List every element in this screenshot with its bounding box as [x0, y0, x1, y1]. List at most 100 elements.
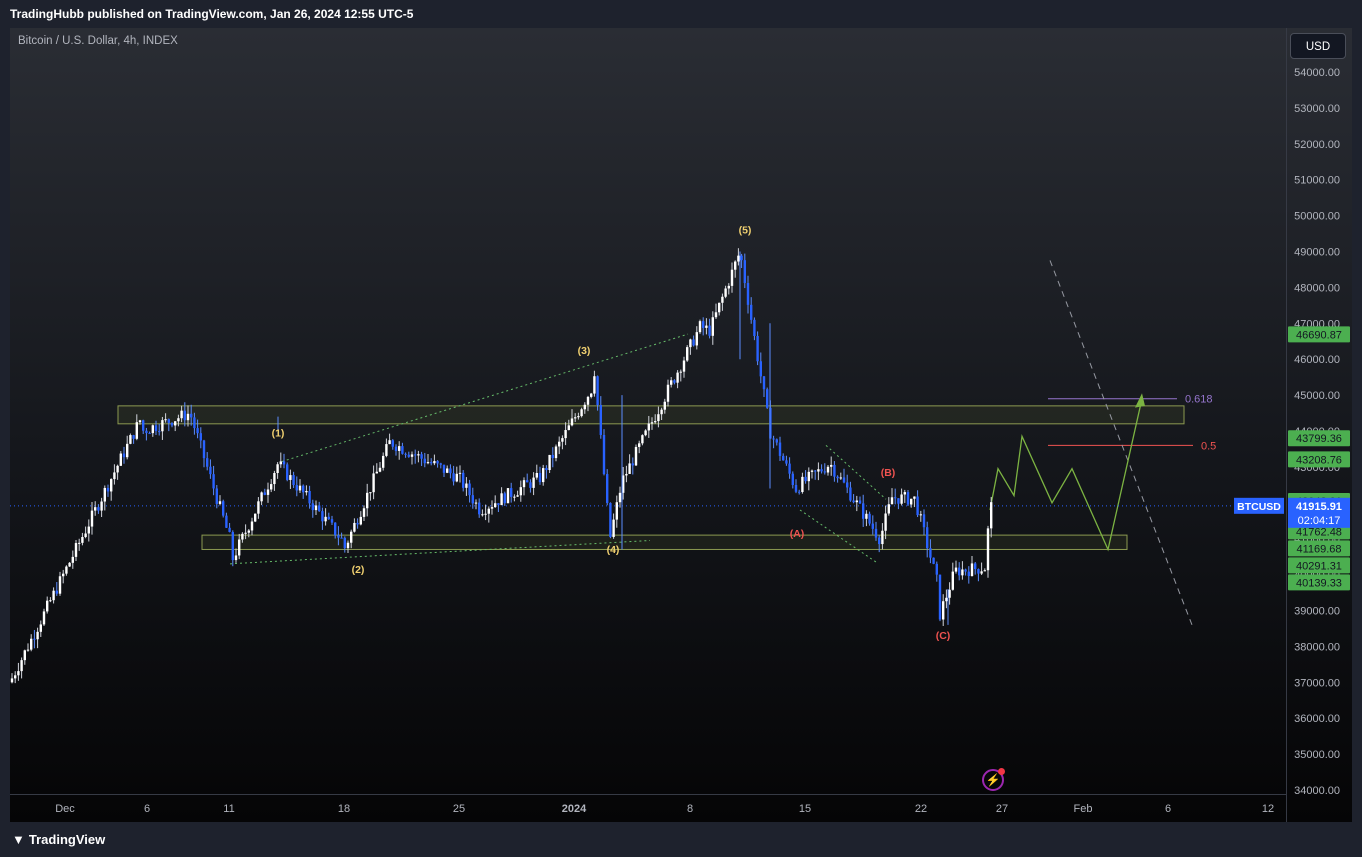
candle-body — [410, 454, 414, 457]
candle-body — [353, 522, 356, 532]
candle-body — [394, 446, 398, 451]
candle-body — [551, 454, 554, 459]
candle-body — [148, 433, 151, 435]
candle-body — [122, 453, 126, 458]
candle-body — [673, 380, 676, 383]
candle-body — [638, 443, 641, 447]
candle-body — [497, 503, 500, 506]
candle-body — [167, 419, 170, 423]
trend-line[interactable] — [281, 333, 689, 462]
candle-body — [263, 492, 266, 495]
lightning-icon[interactable]: ⚡ — [982, 768, 1005, 791]
candle-body — [177, 418, 180, 422]
candle-body — [375, 471, 378, 474]
candle-body — [529, 482, 532, 488]
candle-body — [324, 516, 327, 522]
candle-body — [682, 360, 686, 372]
candle-body — [801, 476, 804, 493]
wave-label: (C) — [936, 630, 951, 642]
chart-frame[interactable]: 34000.00 35000.00 36000.00 37000.00 38000.00… — [10, 28, 1352, 822]
candle-body — [391, 440, 394, 447]
candle-body — [897, 498, 900, 504]
candle-body — [314, 505, 318, 511]
candle-body — [762, 376, 766, 390]
candle-body — [775, 439, 778, 443]
candle-body — [580, 409, 583, 417]
symbol-title: Bitcoin / U.S. Dollar, 4h, INDEX — [18, 35, 178, 47]
candle-body — [58, 576, 62, 594]
candle-body — [164, 419, 167, 421]
time-axis[interactable] — [10, 794, 1286, 822]
candle-body — [929, 548, 932, 558]
candle-body — [33, 638, 36, 640]
candle-body — [506, 488, 510, 504]
currency-button[interactable]: USD — [1290, 33, 1346, 59]
candle-body — [455, 473, 458, 482]
candle-body — [586, 396, 590, 405]
candle-body — [609, 502, 612, 538]
candle-body — [154, 425, 158, 432]
candle-body — [855, 500, 858, 503]
candle-body — [596, 376, 599, 406]
candle-body — [702, 321, 705, 328]
candle-body — [631, 463, 634, 466]
candle-body — [663, 401, 666, 410]
candle-body — [234, 555, 238, 561]
candle-body — [14, 675, 17, 679]
tradingview-logo[interactable]: ▼ TradingView — [12, 832, 105, 847]
wave-label: (4) — [607, 544, 620, 556]
candle-body — [426, 462, 430, 464]
candle-body — [49, 600, 52, 602]
candle-body — [647, 423, 650, 431]
candle-body — [961, 569, 964, 576]
candle-body — [670, 380, 673, 385]
candle-body — [330, 519, 334, 523]
candle-body — [17, 671, 20, 676]
projection-arrowhead — [1135, 393, 1145, 408]
candle-body — [318, 505, 321, 512]
candle-body — [791, 473, 794, 485]
candle-body — [894, 497, 897, 499]
candle-body — [862, 503, 865, 519]
candle-body — [785, 460, 788, 464]
price-axis[interactable] — [1286, 28, 1352, 822]
candle-body — [942, 601, 945, 620]
candle-body — [593, 376, 596, 394]
candle-body — [212, 474, 215, 489]
candle-body — [807, 471, 810, 482]
candle-body — [369, 492, 372, 494]
candle-body — [433, 461, 436, 464]
candle-body — [334, 522, 337, 536]
candle-body — [442, 464, 446, 473]
candle-body — [817, 469, 820, 472]
candle-body — [718, 302, 721, 313]
candle-body — [478, 502, 481, 515]
candle-body — [513, 496, 516, 498]
candle-body — [567, 425, 570, 431]
fib-level-label: 0.5 — [1201, 440, 1216, 452]
candle-body — [398, 446, 401, 451]
candle-body — [193, 417, 196, 429]
candle-body — [452, 473, 455, 482]
candle-body — [836, 476, 839, 479]
fib-level-label: 0.618 — [1185, 394, 1213, 406]
chart-svg[interactable]: 34000.0035000.0036000.0037000.0038000.00… — [10, 28, 1352, 822]
candle-body — [250, 521, 254, 531]
candle-body — [958, 567, 961, 576]
candle-body — [39, 624, 42, 632]
footer-bar: ▼ TradingView — [0, 822, 1362, 857]
candle-body — [78, 542, 81, 544]
trend-line-dashed[interactable] — [1049, 260, 1193, 626]
wave-label: (3) — [578, 345, 591, 357]
candle-body — [289, 475, 292, 480]
candle-body — [138, 420, 142, 423]
candle-body — [180, 410, 183, 419]
candle-body — [641, 435, 644, 444]
candle-body — [865, 513, 868, 519]
candle-body — [462, 472, 465, 488]
candle-body — [279, 461, 282, 465]
candle-body — [615, 502, 618, 520]
candle-body — [170, 422, 174, 426]
candle-body — [737, 255, 740, 262]
symbol-tag: BTCUSD — [1237, 501, 1281, 513]
